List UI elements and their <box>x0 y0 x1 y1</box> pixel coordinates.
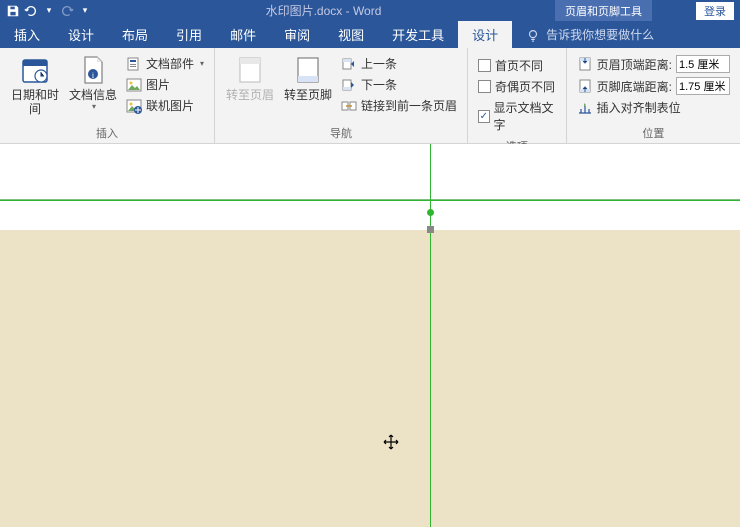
goto-footer-icon <box>292 54 324 86</box>
quick-access-toolbar: ▾ ▾ <box>6 4 92 18</box>
goto-header-icon <box>234 54 266 86</box>
quick-parts-label: 文档部件 <box>146 55 194 72</box>
checkbox-checked-icon: ✓ <box>478 110 489 123</box>
document-body[interactable] <box>0 230 740 527</box>
tell-me-search[interactable]: 告诉我你想要做什么 <box>512 26 654 43</box>
save-icon[interactable] <box>6 4 20 18</box>
menu-bar: 插入 设计 布局 引用 邮件 审阅 视图 开发工具 设计 告诉我你想要做什么 <box>0 21 740 48</box>
group-navigation-label: 导航 <box>221 123 461 141</box>
insert-alignment-tab-button[interactable]: 插入对齐制表位 <box>575 98 732 117</box>
group-insert-label: 插入 <box>6 123 208 141</box>
tell-me-placeholder: 告诉我你想要做什么 <box>546 26 654 43</box>
different-odd-even-label: 奇偶页不同 <box>495 78 555 95</box>
bulb-icon <box>526 28 540 42</box>
group-navigation: 转至页眉 转至页脚 上一条 下一条 <box>215 48 468 143</box>
goto-header-label: 转至页眉 <box>226 88 274 102</box>
tab-insert[interactable]: 插入 <box>0 21 54 48</box>
document-area[interactable] <box>0 144 740 527</box>
document-info-icon: i <box>77 54 109 86</box>
window-title: 水印图片.docx - Word <box>92 2 555 19</box>
doc-info-label: 文档信息 <box>69 88 117 102</box>
calendar-icon <box>19 54 51 86</box>
picture-icon <box>126 77 142 93</box>
redo-icon[interactable] <box>60 4 74 18</box>
different-odd-even-checkbox[interactable]: 奇偶页不同 <box>476 77 558 96</box>
tab-design[interactable]: 设计 <box>458 21 512 48</box>
tab-developer[interactable]: 开发工具 <box>378 21 458 48</box>
next-icon <box>341 77 357 93</box>
group-position-label: 位置 <box>573 123 734 141</box>
next-button[interactable]: 下一条 <box>339 75 459 94</box>
selection-handle-dot[interactable] <box>427 209 434 216</box>
header-distance-input[interactable]: 1.5 厘米 <box>676 55 730 73</box>
group-position: 页眉顶端距离: 1.5 厘米 页脚底端距离: 1.75 厘米 插入对齐制表位 <box>567 48 740 143</box>
tab-references[interactable]: 引用 <box>162 21 216 48</box>
link-icon <box>341 98 357 114</box>
online-picture-label: 联机图片 <box>146 97 194 114</box>
quick-parts-button[interactable]: 文档部件 ▾ <box>124 54 206 73</box>
footer-distance-input[interactable]: 1.75 厘米 <box>676 77 730 95</box>
link-previous-label: 链接到前一条页眉 <box>361 97 457 114</box>
checkbox-icon <box>478 59 491 72</box>
goto-header-button[interactable]: 转至页眉 <box>221 52 279 104</box>
doc-info-button[interactable]: i 文档信息 ▾ <box>64 52 122 113</box>
title-bar: ▾ ▾ 水印图片.docx - Word 页眉和页脚工具 登录 <box>0 0 740 21</box>
goto-footer-button[interactable]: 转至页脚 <box>279 52 337 104</box>
login-button[interactable]: 登录 <box>696 2 734 20</box>
next-label: 下一条 <box>361 76 397 93</box>
document-parts-icon <box>126 56 142 72</box>
insert-alignment-tab-label: 插入对齐制表位 <box>597 99 681 116</box>
footer-distance-label: 页脚底端距离: <box>597 78 672 95</box>
move-cursor-icon <box>383 434 399 453</box>
date-time-label: 日期和时间 <box>6 88 64 116</box>
group-insert: 日期和时间 i 文档信息 ▾ 文档部件 ▾ <box>0 48 215 143</box>
checkbox-icon <box>478 80 491 93</box>
goto-footer-label: 转至页脚 <box>284 88 332 102</box>
show-doc-text-checkbox[interactable]: ✓ 显示文档文字 <box>476 98 558 134</box>
undo-icon[interactable] <box>24 4 38 18</box>
qat-dropdown-icon[interactable]: ▾ <box>42 4 56 18</box>
online-picture-icon <box>126 98 142 114</box>
tab-design-top[interactable]: 设计 <box>54 21 108 48</box>
header-distance-icon <box>577 56 593 72</box>
picture-label: 图片 <box>146 76 170 93</box>
link-previous-button[interactable]: 链接到前一条页眉 <box>339 96 459 115</box>
header-region[interactable] <box>0 144 740 200</box>
tab-review[interactable]: 审阅 <box>270 21 324 48</box>
tab-mailings[interactable]: 邮件 <box>216 21 270 48</box>
dropdown-icon: ▾ <box>92 102 96 111</box>
ribbon: 日期和时间 i 文档信息 ▾ 文档部件 ▾ <box>0 48 740 144</box>
previous-label: 上一条 <box>361 55 397 72</box>
contextual-tab-label: 页眉和页脚工具 <box>555 0 652 21</box>
picture-button[interactable]: 图片 <box>124 75 206 94</box>
guide-line-horizontal <box>0 200 740 201</box>
show-doc-text-label: 显示文档文字 <box>494 99 556 133</box>
previous-button[interactable]: 上一条 <box>339 54 459 73</box>
align-tab-icon <box>577 100 593 116</box>
tab-view[interactable]: 视图 <box>324 21 378 48</box>
selection-handle-square[interactable] <box>427 226 434 233</box>
tab-layout[interactable]: 布局 <box>108 21 162 48</box>
previous-icon <box>341 56 357 72</box>
header-distance-label: 页眉顶端距离: <box>597 56 672 73</box>
different-first-label: 首页不同 <box>495 57 543 74</box>
different-first-checkbox[interactable]: 首页不同 <box>476 56 558 75</box>
customize-qat-icon[interactable]: ▾ <box>78 4 92 18</box>
date-time-button[interactable]: 日期和时间 <box>6 52 64 118</box>
dropdown-icon: ▾ <box>200 59 204 68</box>
footer-distance-icon <box>577 78 593 94</box>
group-options: 首页不同 奇偶页不同 ✓ 显示文档文字 选项 <box>468 48 567 143</box>
guide-line-vertical <box>430 144 431 527</box>
online-picture-button[interactable]: 联机图片 <box>124 96 206 115</box>
